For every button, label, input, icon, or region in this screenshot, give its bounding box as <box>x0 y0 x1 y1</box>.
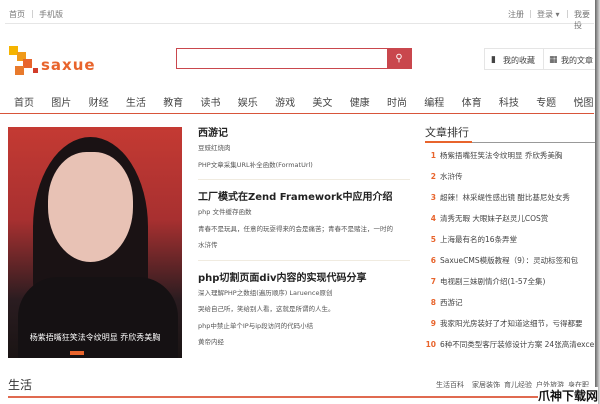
top-mobile-link[interactable]: 手机版 <box>39 9 63 20</box>
rank-number: 6 <box>430 256 436 265</box>
article-link[interactable]: 青春不是玩具，任意的玩耍得来的会是痛苦；青春不是赌注，一时的 <box>198 223 410 240</box>
nav-item[interactable]: 游戏 <box>275 94 295 109</box>
login-dropdown[interactable]: 登录 ▾ <box>537 9 560 20</box>
rank-title[interactable]: SaxueCMS模版教程（9）：灵动标签和包 <box>440 256 578 265</box>
nav-item[interactable]: 读书 <box>201 94 221 109</box>
article-link[interactable]: php 文件缓存函数 <box>198 206 410 223</box>
rank-number: 7 <box>430 277 436 286</box>
nav-item[interactable]: 健康 <box>350 94 370 109</box>
ranking-item[interactable]: 6 SaxueCMS模版教程（9）：灵动标签和包 <box>425 248 595 269</box>
main-nav: 首页 图片 财经 生活 教育 读书 娱乐 游戏 美文 健康 时尚 编程 体育 科技 专题 悦图 <box>0 90 594 114</box>
article-link[interactable]: 黄帝内经 <box>198 336 410 353</box>
section-title: 生活 <box>8 378 33 392</box>
rank-number: 2 <box>430 172 436 181</box>
article-list: 西游记 豆豉红烧肉 PHP文章采集URL补全函数(FormatUrl) 工厂模式在Ze… <box>198 124 410 353</box>
user-links: ▮ 我的收藏 ▦ 我的文章 <box>484 48 600 70</box>
bookmark-icon: ▮ <box>491 55 496 65</box>
nav-item[interactable]: 娱乐 <box>238 94 258 109</box>
life-section-header: 生活 生活百科 家居装饰 育儿经验 户外旅游 身在职 <box>8 374 594 398</box>
search-box: ⚲ <box>176 48 412 69</box>
slide-indicator[interactable] <box>70 351 84 355</box>
nav-item[interactable]: 图片 <box>51 94 71 109</box>
nav-item[interactable]: 时尚 <box>387 94 407 109</box>
ranking-item[interactable]: 5 上海最有名的16条弄堂 <box>425 227 595 248</box>
article-title[interactable]: 西游记 <box>198 124 410 142</box>
nav-item[interactable]: 生活 <box>126 94 146 109</box>
rank-number: 9 <box>430 319 436 328</box>
nav-item[interactable]: 美文 <box>312 94 332 109</box>
article-link[interactable]: php中禁止单个IP与ip段访问的代码小结 <box>198 320 410 337</box>
category-link[interactable]: 家居装饰 <box>472 380 500 390</box>
article-link[interactable]: 深入理解PHP之数组(遍历顺序) Laruence原创 <box>198 287 410 304</box>
rank-number: 3 <box>430 193 436 202</box>
search-input[interactable] <box>177 50 387 69</box>
rank-title[interactable]: 杨紫捂嘴狂笑法令纹明显 乔欣秀美胸 <box>440 151 562 160</box>
rank-title[interactable]: 上海最有名的16条弄堂 <box>440 235 517 244</box>
divider: | <box>566 9 569 18</box>
top-bar: 首页 | 手机版 注册 | 登录 ▾ | 我要投 <box>5 0 594 30</box>
my-articles-link[interactable]: 我的文章 <box>561 55 593 66</box>
rank-title[interactable]: 我家阳光房装好了才知道这细节，亏得都要 <box>440 319 583 328</box>
rank-title[interactable]: 西游记 <box>440 298 463 307</box>
article-link[interactable]: PHP文章采集URL补全函数(FormatUrl) <box>198 159 410 176</box>
register-link[interactable]: 注册 <box>508 9 524 20</box>
ranking-item[interactable]: 4 清秀无暇 大眼妹子赵灵儿COS赏 <box>425 206 595 227</box>
category-link[interactable]: 育儿经验 <box>504 380 532 390</box>
nav-item[interactable]: 专题 <box>536 94 556 109</box>
hero-slideshow[interactable]: 杨紫捂嘴狂笑法令纹明显 乔欣秀美胸 <box>8 127 182 358</box>
nav-item[interactable]: 体育 <box>462 94 482 109</box>
rank-number: 10 <box>425 340 436 349</box>
divider: | <box>31 9 34 18</box>
rank-title[interactable]: 超辣！林采缇性感出镜 酣比基尼处女秀 <box>440 193 570 202</box>
hero-caption[interactable]: 杨紫捂嘴狂笑法令纹明显 乔欣秀美胸 <box>8 332 182 343</box>
article-link[interactable]: 水浒传 <box>198 239 410 256</box>
nav-item[interactable]: 首页 <box>14 94 34 109</box>
ranking-panel: 文章排行 1 杨紫捂嘴狂笑法令纹明显 乔欣秀美胸 2 水浒传 3 超辣！林采缇性感出镜 酣… <box>425 124 595 353</box>
rank-title[interactable]: 水浒传 <box>440 172 463 181</box>
top-home-link[interactable]: 首页 <box>9 9 25 20</box>
rank-title[interactable]: 清秀无暇 大眼妹子赵灵儿COS赏 <box>440 214 548 223</box>
nav-item[interactable]: 编程 <box>424 94 444 109</box>
search-button[interactable]: ⚲ <box>387 48 411 69</box>
ranking-item[interactable]: 9 我家阳光房装好了才知道这细节，亏得都要 <box>425 311 595 332</box>
nav-item[interactable]: 教育 <box>163 94 183 109</box>
window-edge <box>595 0 600 404</box>
article-title[interactable]: 工厂模式在Zend Framework中应用介绍 <box>198 188 410 206</box>
nav-item[interactable]: 悦图 <box>574 94 594 109</box>
article-link[interactable]: 哭给自己听，笑给别人看，这就是所谓的人生。 <box>198 303 410 320</box>
category-link[interactable]: 生活百科 <box>436 380 464 390</box>
rank-title[interactable]: 6种不同类型客厅装修设计方案 24张高清excel <box>440 340 595 349</box>
ranking-item[interactable]: 10 6种不同类型客厅装修设计方案 24张高清excel <box>425 332 595 353</box>
article-link[interactable]: 豆豉红烧肉 <box>198 142 410 159</box>
hero-image <box>48 152 133 262</box>
ranking-item[interactable]: 1 杨紫捂嘴狂笑法令纹明显 乔欣秀美胸 <box>425 143 595 164</box>
contribute-link[interactable]: 我要投 <box>574 9 594 31</box>
ranking-item[interactable]: 3 超辣！林采缇性感出镜 酣比基尼处女秀 <box>425 185 595 206</box>
site-logo[interactable]: saxue <box>9 46 95 80</box>
rank-title[interactable]: 电视剧三妹剧情介绍(1-57全集) <box>440 277 545 286</box>
divider <box>198 179 410 180</box>
watermark: 爪神下载网 <box>537 387 598 404</box>
rank-number: 8 <box>430 298 436 307</box>
nav-item[interactable]: 科技 <box>499 94 519 109</box>
rank-number: 5 <box>430 235 436 244</box>
nav-item[interactable]: 财经 <box>89 94 109 109</box>
rank-number: 4 <box>430 214 436 223</box>
my-favorites-link[interactable]: 我的收藏 <box>503 55 535 66</box>
article-icon: ▦ <box>549 55 558 65</box>
ranking-title: 文章排行 <box>425 124 595 143</box>
ranking-item[interactable]: 2 水浒传 <box>425 164 595 185</box>
rank-number: 1 <box>430 151 436 160</box>
ranking-item[interactable]: 7 电视剧三妹剧情介绍(1-57全集) <box>425 269 595 290</box>
divider: | <box>529 9 532 18</box>
article-title[interactable]: php切割页面div内容的实现代码分享 <box>198 269 410 287</box>
search-icon: ⚲ <box>395 53 403 64</box>
logo-text: saxue <box>41 56 96 74</box>
ranking-item[interactable]: 8 西游记 <box>425 290 595 311</box>
divider <box>198 259 410 261</box>
